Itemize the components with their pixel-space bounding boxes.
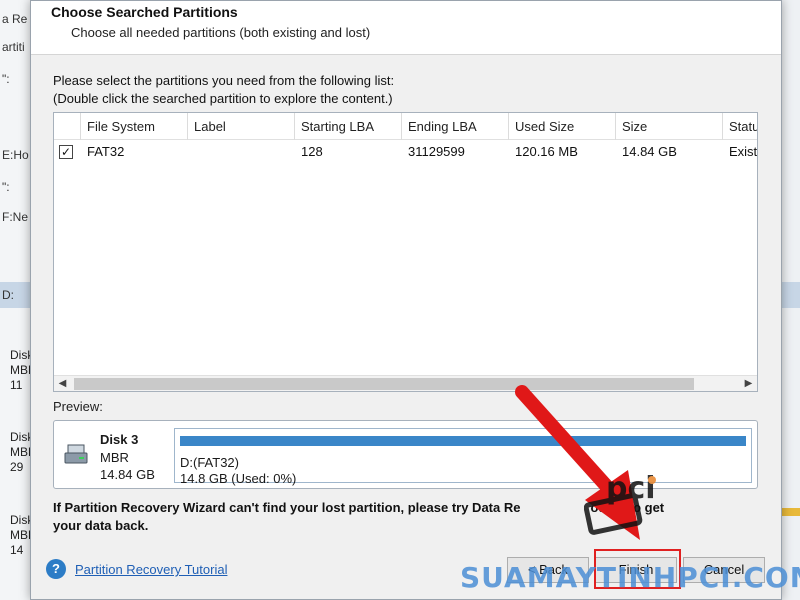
horizontal-scrollbar[interactable]: ◀ ▶: [54, 375, 757, 391]
background-right-edge: [780, 0, 800, 600]
dialog-header: Choose Searched Partitions Choose all ne…: [31, 1, 781, 55]
background-text-fragment: artiti: [2, 40, 25, 54]
preview-partition-usage: 14.8 GB (Used: 0%): [180, 471, 297, 486]
scroll-left-icon[interactable]: ◀: [54, 376, 71, 391]
pci-logo-watermark: pci: [584, 471, 656, 535]
partition-recovery-tutorial-link[interactable]: Partition Recovery Tutorial: [75, 562, 227, 577]
cell-file-system: FAT32: [87, 144, 125, 159]
dialog-subtitle: Choose all needed partitions (both exist…: [71, 25, 371, 40]
cell-starting-lba: 128: [301, 144, 323, 159]
column-header-ending-lba[interactable]: Ending LBA: [402, 113, 509, 140]
cell-used-size: 120.16 MB: [515, 144, 578, 159]
preview-disk-name: Disk 3: [100, 432, 139, 447]
disk-icon: [64, 444, 88, 464]
column-header-used-size[interactable]: Used Size: [509, 113, 616, 140]
pci-logo-text: pci: [606, 471, 656, 506]
partition-usage-bar: [180, 436, 746, 446]
scrollbar-thumb[interactable]: [74, 378, 694, 390]
preview-disk-type: MBR: [100, 450, 129, 465]
column-header-starting-lba[interactable]: Starting LBA: [295, 113, 402, 140]
background-selected-row: [781, 282, 800, 308]
cell-ending-lba: 31129599: [408, 144, 465, 159]
preview-label: Preview:: [53, 399, 103, 414]
instructions: Please select the partitions you need fr…: [53, 72, 394, 108]
list-header: File System Label Starting LBA Ending LB…: [54, 113, 757, 140]
table-row[interactable]: ✓ FAT32 128 31129599 120.16 MB 14.84 GB …: [54, 141, 757, 163]
partition-list[interactable]: File System Label Starting LBA Ending LB…: [53, 112, 758, 392]
recovery-hint-line1: If Partition Recovery Wizard can't find …: [53, 500, 521, 515]
site-watermark: SUAMAYTINHPCI.COM: [460, 561, 800, 594]
background-text-fragment: ":: [2, 180, 10, 194]
question-circle-icon[interactable]: ?: [46, 559, 66, 579]
dialog-title: Choose Searched Partitions: [51, 4, 238, 20]
background-drive-e[interactable]: E:Ho: [2, 148, 29, 162]
column-header-status[interactable]: Statu: [723, 113, 757, 140]
column-header-label[interactable]: Label: [188, 113, 295, 140]
column-header-size[interactable]: Size: [616, 113, 723, 140]
cell-size: 14.84 GB: [622, 144, 677, 159]
preview-disk-size: 14.84 GB: [100, 467, 155, 482]
instruction-line: Please select the partitions you need fr…: [53, 73, 395, 88]
background-drive-d[interactable]: D:: [2, 288, 14, 302]
background-disk-bar: [781, 508, 800, 516]
background-text-fragment: ":: [2, 72, 10, 86]
recovery-hint-line2: your data back.: [53, 518, 149, 533]
background-title-fragment: a Re: [2, 12, 28, 26]
scroll-right-icon[interactable]: ▶: [740, 376, 757, 391]
cell-status: Exist: [729, 144, 758, 159]
preview-partition-name: D:(FAT32): [180, 455, 239, 470]
row-checkbox[interactable]: ✓: [59, 145, 73, 159]
instruction-line: (Double click the searched partition to …: [53, 91, 393, 106]
cell-label: [188, 141, 295, 163]
column-header-file-system[interactable]: File System: [81, 113, 188, 140]
column-header-check[interactable]: [54, 113, 81, 140]
background-drive-f[interactable]: F:Ne: [2, 210, 28, 224]
